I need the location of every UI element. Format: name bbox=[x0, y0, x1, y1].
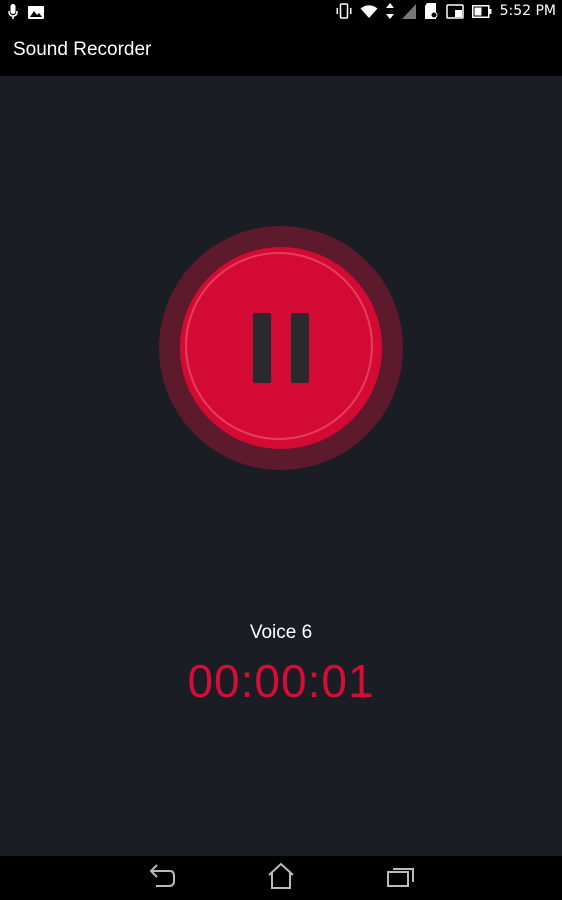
app-title: Sound Recorder bbox=[13, 39, 152, 60]
sound-recorder-screen: 5:52 PM Sound Recorder Voice 6 00:00:01 bbox=[0, 0, 562, 900]
clock-time: 5:52 PM bbox=[499, 3, 556, 19]
app-bar: Sound Recorder bbox=[0, 26, 562, 76]
pause-bar-left bbox=[253, 313, 271, 383]
home-icon bbox=[267, 862, 295, 893]
microphone-icon bbox=[8, 4, 18, 20]
battery-icon bbox=[471, 4, 492, 18]
recents-button[interactable] bbox=[381, 864, 421, 892]
system-status-icons: 5:52 PM bbox=[336, 3, 556, 19]
pause-bar-right bbox=[291, 313, 309, 383]
back-button[interactable] bbox=[142, 864, 182, 892]
pause-recording-button[interactable] bbox=[180, 247, 382, 449]
recording-name: Voice 6 bbox=[249, 622, 313, 643]
home-button[interactable] bbox=[261, 862, 301, 893]
vibrate-icon bbox=[336, 3, 352, 19]
back-icon bbox=[148, 864, 176, 892]
recording-timer: 00:00:01 bbox=[187, 655, 375, 707]
notification-icons bbox=[8, 4, 44, 20]
cast-icon bbox=[445, 3, 464, 19]
status-bar: 5:52 PM bbox=[0, 0, 562, 26]
pause-icon bbox=[253, 313, 309, 383]
wifi-icon bbox=[360, 4, 378, 19]
image-icon bbox=[28, 5, 44, 19]
signal-icon bbox=[401, 3, 416, 19]
recents-icon bbox=[387, 865, 415, 891]
sd-card-icon bbox=[424, 3, 438, 19]
navigation-bar bbox=[0, 856, 562, 900]
data-transfer-icon bbox=[385, 3, 394, 19]
